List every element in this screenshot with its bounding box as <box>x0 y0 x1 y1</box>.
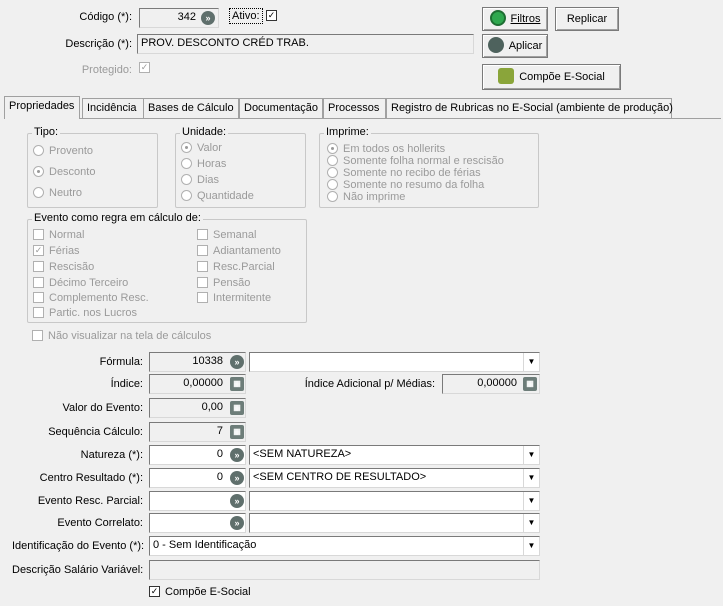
compoe-esocial-icon <box>498 68 515 85</box>
replicar-label: Replicar <box>566 13 608 25</box>
indice-label: Índice: <box>110 378 143 390</box>
evento-semanal-checkbox: Semanal <box>197 228 256 241</box>
centro-resultado-combo-value: <SEM CENTRO DE RESULTADO> <box>253 471 427 483</box>
imprime-ferias-radio: Somente no recibo de férias <box>327 166 481 179</box>
natureza-combo[interactable]: <SEM NATUREZA> ▼ <box>249 445 540 465</box>
chevron-down-icon[interactable]: ▼ <box>523 537 539 555</box>
descricao-salario-field[interactable] <box>149 560 540 580</box>
identificacao-evento-label: Identificação do Evento (*): <box>12 540 145 552</box>
replicar-button[interactable]: Replicar <box>555 7 619 31</box>
evento-rescisao-checkbox: Rescisão <box>33 260 94 273</box>
centro-resultado-label: Centro Resultado (*): <box>39 472 143 484</box>
unidade-dias-radio: Dias <box>181 173 219 186</box>
formula-search-icon[interactable]: » <box>230 355 244 369</box>
ativo-label: Ativo: <box>229 8 263 24</box>
centro-resultado-search-icon[interactable]: » <box>230 471 244 485</box>
identificacao-evento-combo[interactable]: 0 - Sem Identificação ▼ <box>149 536 540 556</box>
evento-adiantamento-checkbox: Adiantamento <box>197 244 281 257</box>
centro-resultado-combo[interactable]: <SEM CENTRO DE RESULTADO> ▼ <box>249 468 540 488</box>
tipo-provento-radio: Provento <box>33 144 93 157</box>
descricao-salario-label: Descrição Salário Variável: <box>12 564 144 576</box>
protegido-checkbox: ✓ <box>139 62 150 73</box>
evento-correlato-label: Evento Correlato: <box>57 517 143 529</box>
unidade-valor-radio: Valor <box>181 141 222 154</box>
evento-title: Evento como regra em cálculo de: <box>32 212 203 224</box>
aplicar-label: Aplicar <box>508 40 543 52</box>
imprime-normal-rescisao-radio: Somente folha normal e rescisão <box>327 154 504 167</box>
unidade-group: Unidade: Valor Horas Dias Quantidade <box>175 126 306 208</box>
tipo-neutro-radio: Neutro <box>33 186 82 199</box>
evento-correlato-search-icon[interactable]: » <box>230 516 244 530</box>
unidade-horas-radio: Horas <box>181 157 226 170</box>
sequencia-label: Sequência Cálculo: <box>48 426 143 438</box>
imprime-title: Imprime: <box>324 126 371 138</box>
chevron-down-icon[interactable]: ▼ <box>523 514 539 532</box>
formula-label: Fórmula: <box>99 356 143 368</box>
tipo-desconto-radio: Desconto <box>33 165 95 178</box>
evento-pensao-checkbox: Pensão <box>197 276 250 289</box>
compoe-esocial-checkbox[interactable]: ✓ Compõe E-Social <box>149 585 251 598</box>
imprime-group: Imprime: Em todos os hollerits Somente f… <box>319 126 539 208</box>
natureza-search-icon[interactable]: » <box>230 448 244 462</box>
evento-partic-lucros-checkbox: Partic. nos Lucros <box>33 306 137 319</box>
evento-resc-parcial-search-icon[interactable]: » <box>230 494 244 508</box>
protegido-label: Protegido: <box>81 64 132 76</box>
descricao-field[interactable]: PROV. DESCONTO CRÉD TRAB. <box>137 34 474 54</box>
evento-ferias-checkbox: ✓ Férias <box>33 244 80 257</box>
tab-bases-de-calculo[interactable]: Bases de Cálculo <box>143 98 239 118</box>
tab-documentacao[interactable]: Documentação <box>239 98 323 118</box>
tipo-title: Tipo: <box>32 126 61 138</box>
tab-processos[interactable]: Processos <box>323 98 386 118</box>
sequencia-calculator-icon[interactable]: ▦ <box>230 425 244 439</box>
evento-resc-parcial-label: Evento Resc. Parcial: <box>37 495 143 507</box>
natureza-combo-value: <SEM NATUREZA> <box>253 448 352 460</box>
indice-calculator-icon[interactable]: ▦ <box>230 377 244 391</box>
evento-resc-parcial-combo[interactable]: ▼ <box>249 491 540 511</box>
chevron-down-icon[interactable]: ▼ <box>523 492 539 510</box>
imprime-resumo-radio: Somente no resumo da folha <box>327 178 484 191</box>
compoe-esocial-label: Compõe E-Social <box>519 71 605 83</box>
codigo-search-icon[interactable]: » <box>201 11 215 25</box>
valor-evento-calculator-icon[interactable]: ▦ <box>230 401 244 415</box>
chevron-down-icon[interactable]: ▼ <box>523 446 539 464</box>
compoe-esocial-checkbox-label: Compõe E-Social <box>165 586 251 598</box>
natureza-label: Natureza (*): <box>80 449 143 461</box>
codigo-label: Código (*): <box>79 11 132 23</box>
aplicar-button[interactable]: Aplicar <box>482 34 548 58</box>
evento-decimo-checkbox: Décimo Terceiro <box>33 276 128 289</box>
evento-normal-checkbox: Normal <box>33 228 84 241</box>
chevron-down-icon[interactable]: ▼ <box>523 353 539 371</box>
evento-correlato-combo[interactable]: ▼ <box>249 513 540 533</box>
descricao-label: Descrição (*): <box>65 38 132 50</box>
evento-intermitente-checkbox: Intermitente <box>197 291 271 304</box>
tipo-group: Tipo: Provento Desconto Neutro <box>27 126 158 208</box>
evento-group: Evento como regra em cálculo de: Normal … <box>27 212 307 323</box>
indice-adicional-label: Índice Adicional p/ Médias: <box>304 378 435 390</box>
imprime-todos-radio: Em todos os hollerits <box>327 142 445 155</box>
filtros-icon <box>489 10 506 27</box>
filtros-button[interactable]: Filtros <box>482 7 548 31</box>
aplicar-icon <box>487 37 504 54</box>
identificacao-evento-value: 0 - Sem Identificação <box>153 539 257 551</box>
filtros-label: Filtros <box>510 13 541 25</box>
ativo-checkbox[interactable]: ✓ <box>266 10 277 21</box>
nao-visualizar-checkbox: Não visualizar na tela de cálculos <box>32 329 211 342</box>
indice-adicional-calculator-icon[interactable]: ▦ <box>523 377 537 391</box>
tab-incidencia[interactable]: Incidência <box>82 98 144 118</box>
formula-combo[interactable]: ▼ <box>249 352 540 372</box>
evento-resc-parcial-checkbox: Resc.Parcial <box>197 260 275 273</box>
unidade-quantidade-radio: Quantidade <box>181 189 254 202</box>
chevron-down-icon[interactable]: ▼ <box>523 469 539 487</box>
compoe-esocial-button[interactable]: Compõe E-Social <box>482 64 621 90</box>
unidade-title: Unidade: <box>180 126 229 138</box>
evento-complemento-checkbox: Complemento Resc. <box>33 291 149 304</box>
valor-evento-label: Valor do Evento: <box>62 402 143 414</box>
tab-propriedades[interactable]: Propriedades <box>4 96 80 119</box>
tab-registro-rubricas[interactable]: Registro de Rubricas no E-Social (ambien… <box>386 98 673 118</box>
imprime-nao-radio: Não imprime <box>327 190 405 203</box>
